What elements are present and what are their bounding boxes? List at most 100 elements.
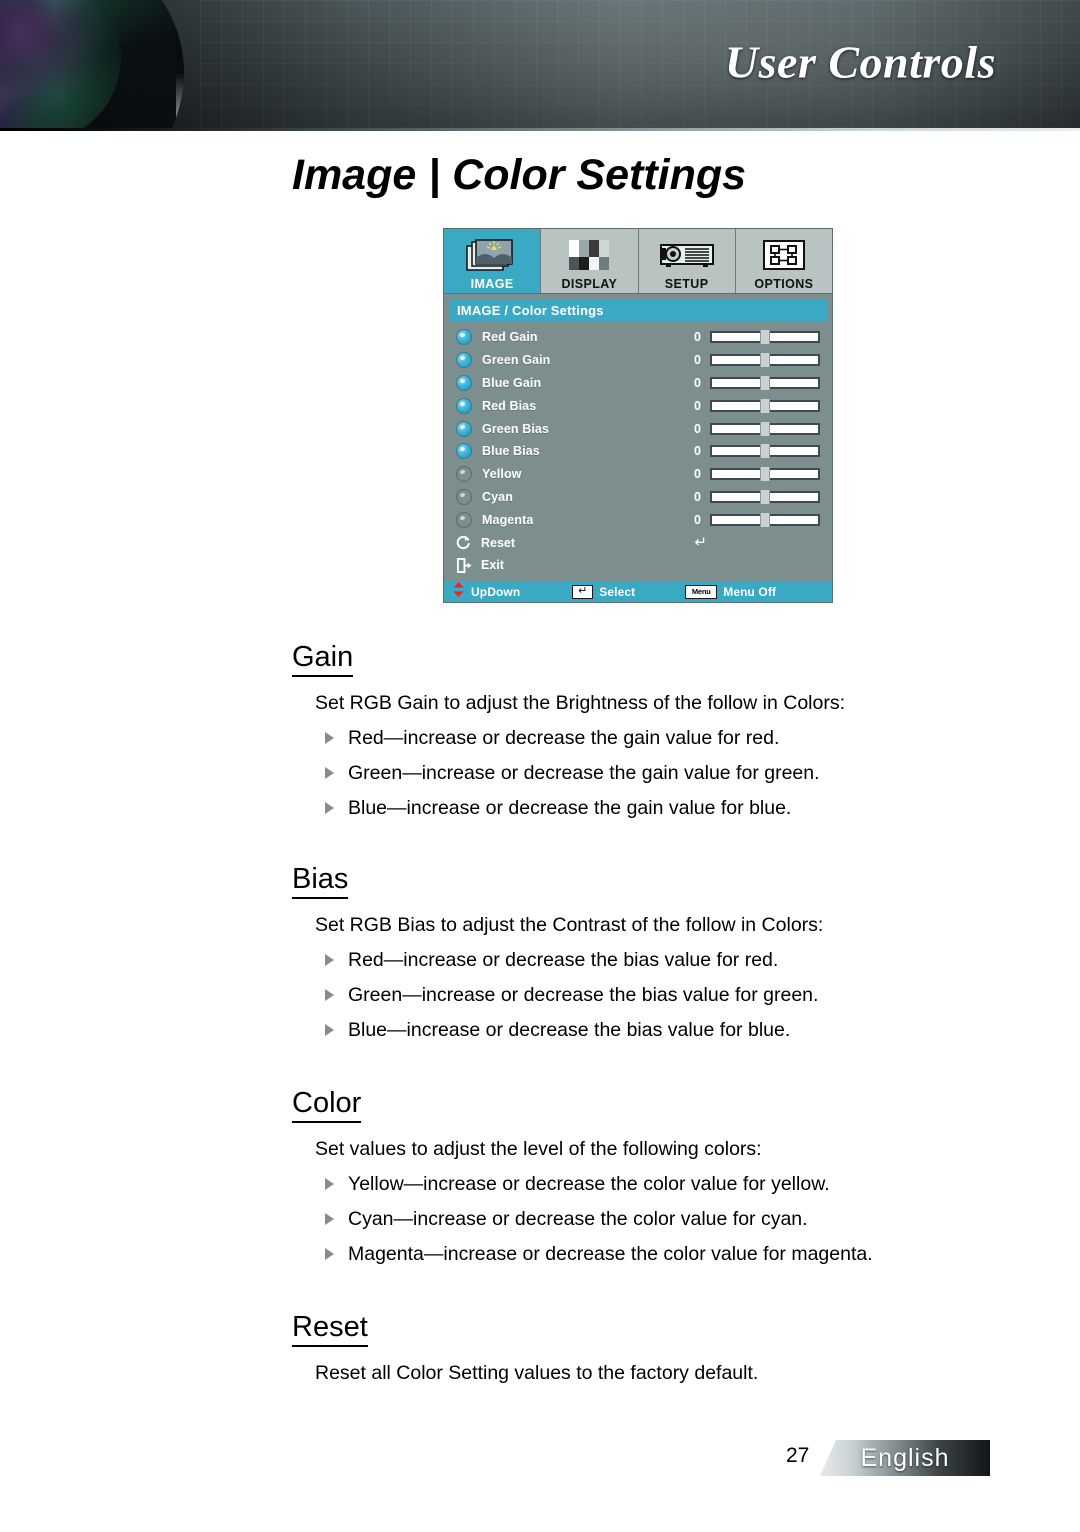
display-bars-icon <box>565 234 613 276</box>
slider-thumb[interactable] <box>760 512 770 527</box>
osd-row-slider[interactable] <box>710 330 820 345</box>
slider-thumb[interactable] <box>760 375 770 390</box>
list-item: Cyan—increase or decrease the color valu… <box>325 1207 1080 1231</box>
osd-row-slider[interactable] <box>710 398 820 413</box>
osd-row[interactable]: Green Bias 0 <box>444 417 832 440</box>
list-item: Green—increase or decrease the bias valu… <box>325 983 1080 1007</box>
osd-row-label: Blue Bias <box>482 444 540 459</box>
list-item-text: Green—increase or decrease the bias valu… <box>348 984 819 1006</box>
list-item-text: Red—increase or decrease the bias value … <box>348 949 779 971</box>
list-item: Yellow—increase or decrease the color va… <box>325 1172 1080 1196</box>
osd-row-slider[interactable] <box>710 467 820 482</box>
osd-row-slider[interactable] <box>710 353 820 368</box>
section-bias: Bias Set RGB Bias to adjust the Contrast… <box>0 862 1080 1042</box>
osd-row[interactable]: Cyan 0 <box>444 486 832 509</box>
list-item-text: Cyan—increase or decrease the color valu… <box>348 1208 808 1230</box>
list-item-text: Red—increase or decrease the gain value … <box>348 727 780 749</box>
osd-tab-image-label: IMAGE <box>470 277 514 291</box>
osd-row-value: 0 <box>694 353 701 368</box>
osd-row[interactable]: Red Bias 0 <box>444 394 832 417</box>
triangle-bullet-icon <box>325 802 334 814</box>
osd-row-value: 0 <box>694 512 701 527</box>
list-item: Green—increase or decrease the gain valu… <box>325 761 1080 785</box>
osd-row-label: Yellow <box>482 467 522 482</box>
triangle-bullet-icon <box>325 989 334 1001</box>
osd-row-slider[interactable] <box>710 489 820 504</box>
osd-tab-image[interactable]: IMAGE <box>444 229 542 293</box>
osd-row-value: 0 <box>694 421 701 436</box>
osd-row-label: Green Bias <box>482 421 550 436</box>
osd-row-slider[interactable] <box>710 375 820 390</box>
slider-thumb[interactable] <box>760 467 770 482</box>
osd-row[interactable]: Yellow 0 <box>444 463 832 486</box>
section-intro: Set RGB Gain to adjust the Brightness of… <box>315 692 846 714</box>
osd-action-exit-label: Exit <box>481 558 504 573</box>
osd-row[interactable]: Red Gain 0 <box>444 326 832 349</box>
osd-menu: IMAGE DISPLAY SETUP OPTIONS IMAGE / Colo… <box>443 228 833 603</box>
refresh-circular-arrow-icon <box>455 534 472 551</box>
osd-footer-menu: Menu Menu Off <box>685 584 777 599</box>
exit-door-icon <box>455 557 472 574</box>
slider-thumb[interactable] <box>760 444 770 459</box>
image-photo-icon <box>465 234 519 276</box>
osd-footer-select: ↵ Select <box>572 584 636 599</box>
osd-row-value: 0 <box>694 467 701 482</box>
page-footer: 27 English <box>0 1438 1080 1482</box>
knob-icon <box>456 352 472 369</box>
triangle-bullet-icon <box>325 1178 334 1190</box>
triangle-bullet-icon <box>325 767 334 779</box>
osd-row-value: 0 <box>694 330 701 345</box>
osd-row[interactable]: Green Gain 0 <box>444 349 832 372</box>
osd-action-reset[interactable]: Reset ↵ <box>444 531 832 554</box>
camera-lens-chrome-ring <box>0 0 184 131</box>
page-header-banner: User Controls <box>0 0 1080 131</box>
slider-thumb[interactable] <box>760 421 770 436</box>
triangle-bullet-icon <box>325 1024 334 1036</box>
osd-row-value: 0 <box>694 444 701 459</box>
osd-row-label: Magenta <box>482 512 534 527</box>
knob-icon <box>456 374 472 391</box>
slider-thumb[interactable] <box>760 489 770 504</box>
osd-footer-menu-label: Menu Off <box>723 584 777 599</box>
osd-tab-setup[interactable]: SETUP <box>638 229 736 293</box>
enter-key-icon: ↵ <box>572 584 594 599</box>
osd-row-slider[interactable] <box>710 444 820 459</box>
osd-row-slider[interactable] <box>710 512 820 527</box>
osd-row-slider[interactable] <box>710 421 820 436</box>
header-title: User Controls <box>724 36 996 88</box>
section-intro: Reset all Color Setting values to the fa… <box>315 1362 759 1384</box>
knob-icon <box>456 329 472 346</box>
osd-action-exit[interactable]: Exit <box>444 554 832 577</box>
osd-footer-select-label: Select <box>599 584 636 599</box>
osd-row-label: Cyan <box>482 489 513 504</box>
section-heading: Color <box>292 1086 362 1123</box>
osd-row[interactable]: Blue Gain 0 <box>444 372 832 395</box>
document-body: Gain Set RGB Gain to adjust the Brightne… <box>0 640 1080 1385</box>
slider-thumb[interactable] <box>760 353 770 368</box>
list-item: Magenta—increase or decrease the color v… <box>325 1242 1080 1266</box>
triangle-bullet-icon <box>325 954 334 966</box>
osd-row-value: 0 <box>694 398 701 413</box>
knob-icon <box>456 397 472 414</box>
osd-row-label: Red Gain <box>482 330 538 345</box>
osd-tab-options[interactable]: OPTIONS <box>735 229 832 293</box>
list-item: Red—increase or decrease the gain value … <box>325 726 1080 750</box>
page-title: Image | Color Settings <box>292 151 747 199</box>
osd-footer-bar: UpDown ↵ Select Menu Menu Off <box>444 581 832 602</box>
bullet-list: Red—increase or decrease the gain value … <box>0 726 1080 820</box>
section-heading: Bias <box>292 862 349 899</box>
slider-thumb[interactable] <box>760 398 770 413</box>
osd-row[interactable]: Magenta 0 <box>444 508 832 531</box>
osd-tab-display[interactable]: DISPLAY <box>541 229 639 293</box>
osd-section-title-bar: IMAGE / Color Settings <box>449 299 827 321</box>
list-item-text: Magenta—increase or decrease the color v… <box>348 1243 873 1265</box>
menu-key-icon: Menu <box>685 584 718 599</box>
section-reset: Reset Reset all Color Setting values to … <box>0 1310 1080 1385</box>
list-item-text: Yellow—increase or decrease the color va… <box>348 1173 830 1195</box>
osd-row[interactable]: Blue Bias 0 <box>444 440 832 463</box>
slider-thumb[interactable] <box>760 330 770 345</box>
osd-row-label: Red Bias <box>482 398 537 413</box>
section-color: Color Set values to adjust the level of … <box>0 1086 1080 1266</box>
osd-footer-updown-label: UpDown <box>471 584 521 599</box>
osd-tab-setup-label: SETUP <box>664 277 709 291</box>
